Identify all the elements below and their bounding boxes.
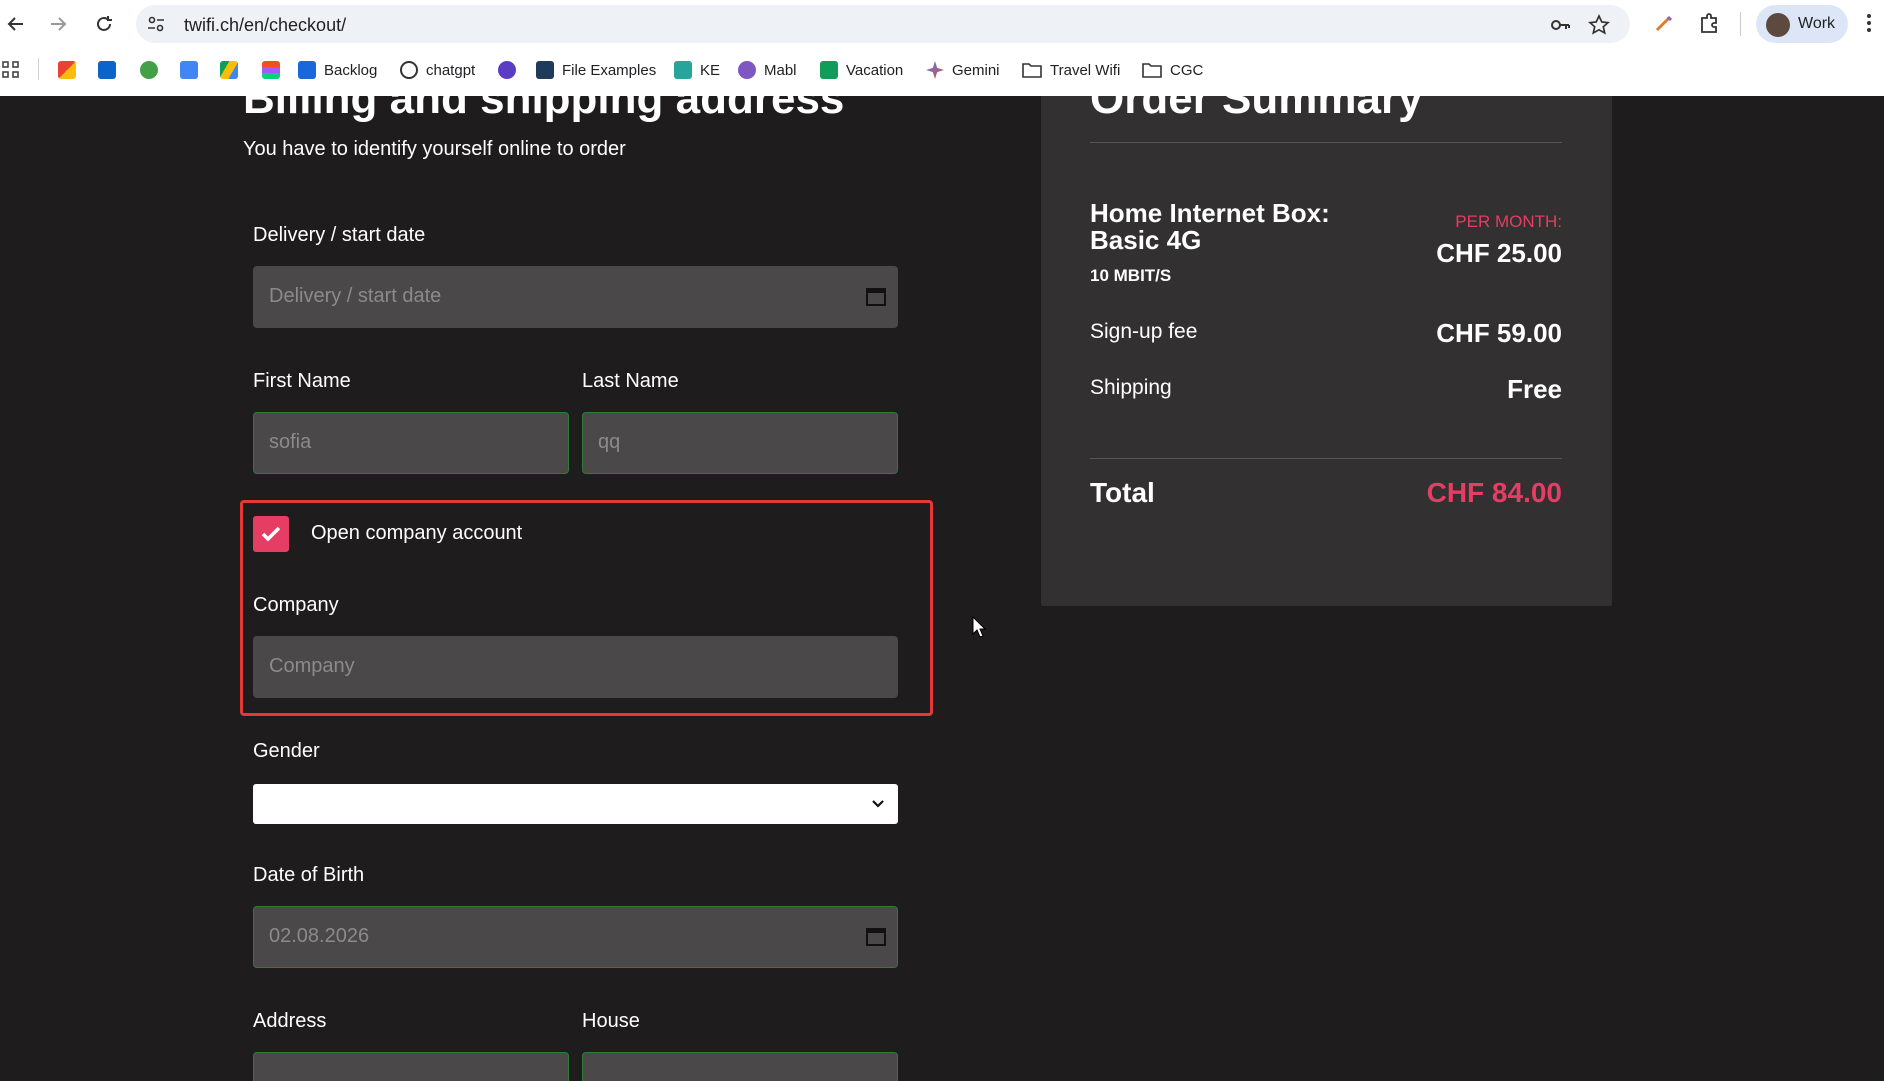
company-input[interactable]: Company — [253, 636, 898, 698]
checkmark-icon — [261, 526, 281, 542]
product-name: Home Internet Box: Basic 4G — [1090, 198, 1330, 255]
bookmark-planet[interactable] — [498, 58, 524, 82]
drive-icon — [220, 61, 238, 79]
folder-icon — [1142, 63, 1162, 78]
bookmark-clover[interactable] — [140, 58, 166, 82]
planet-icon — [498, 61, 516, 79]
bookmarks-bar: Backlog chatgpt File Examples KE Mabl Va… — [0, 54, 1884, 86]
last-name-value: qq — [598, 431, 621, 453]
extensions-puzzle-icon[interactable] — [1697, 12, 1721, 36]
calendar-icon[interactable] — [865, 285, 887, 307]
chevron-down-icon — [872, 800, 884, 808]
first-name-input[interactable]: sofia — [253, 412, 569, 474]
site-settings-icon[interactable] — [146, 14, 166, 34]
bookmark-cgc[interactable]: CGC — [1142, 58, 1203, 82]
total-price: CHF 84.00 — [1426, 477, 1562, 508]
first-name-value: sofia — [269, 431, 312, 453]
house-input[interactable] — [582, 1052, 898, 1081]
order-summary-title: Order Summary — [1090, 96, 1423, 123]
password-key-icon[interactable] — [1549, 14, 1571, 36]
bookmark-gemini[interactable]: Gemini — [926, 58, 1000, 82]
browser-chrome: twifi.ch/en/checkout/ Work Backlog chatg… — [0, 0, 1884, 96]
gender-label: Gender — [253, 740, 320, 762]
sheets-icon — [820, 61, 838, 79]
order-summary-panel: Order Summary Home Internet Box: Basic 4… — [1041, 96, 1612, 606]
bookmark-outlook[interactable] — [98, 58, 124, 82]
clover-icon — [140, 61, 158, 79]
gmail-icon — [58, 61, 76, 79]
page-title: Billing and shipping address — [243, 96, 845, 123]
browser-menu-icon[interactable] — [1866, 12, 1880, 36]
bookmark-backlog[interactable]: Backlog — [298, 58, 377, 82]
gender-select[interactable] — [253, 784, 898, 824]
avatar — [1766, 13, 1790, 37]
date-of-birth-value: 02.08.2026 — [269, 925, 370, 947]
bookmarks-divider — [38, 58, 39, 80]
address-label: Address — [253, 1010, 327, 1032]
bookmark-mabl[interactable]: Mabl — [738, 58, 797, 82]
monthly-price: CHF 25.00 — [1436, 238, 1562, 268]
folder-icon — [1022, 63, 1042, 78]
date-of-birth-label: Date of Birth — [253, 864, 365, 886]
bookmark-ke[interactable]: KE — [674, 58, 720, 82]
company-account-checkbox[interactable] — [253, 516, 289, 552]
toolbar-divider — [1740, 12, 1741, 36]
checkout-page: Billing and shipping address You have to… — [0, 96, 1884, 1081]
ke-icon — [674, 61, 692, 79]
browser-toolbar: twifi.ch/en/checkout/ Work — [0, 0, 1884, 48]
bookmark-vacation[interactable]: Vacation — [820, 58, 903, 82]
mabl-icon — [738, 61, 756, 79]
calendar-icon[interactable] — [865, 925, 887, 947]
summary-divider — [1090, 458, 1562, 459]
outlook-icon — [98, 61, 116, 79]
backlog-icon — [298, 61, 316, 79]
bookmark-star-icon[interactable] — [1587, 13, 1611, 36]
delivery-date-input[interactable]: Delivery / start date — [253, 266, 898, 328]
bookmark-figma[interactable] — [262, 58, 288, 82]
apps-grid-icon[interactable] — [2, 58, 20, 82]
url-text[interactable]: twifi.ch/en/checkout/ — [184, 15, 346, 36]
company-placeholder: Company — [269, 655, 355, 677]
shipping-price: Free — [1507, 374, 1562, 404]
figma-icon — [262, 61, 280, 79]
house-label: House — [582, 1010, 640, 1032]
company-label: Company — [253, 594, 339, 616]
address-input[interactable] — [253, 1052, 569, 1081]
bookmark-file-examples[interactable]: File Examples — [536, 58, 656, 82]
extension-pen-icon[interactable] — [1652, 12, 1676, 36]
delivery-date-label: Delivery / start date — [253, 224, 426, 246]
first-name-label: First Name — [253, 370, 351, 392]
company-account-label[interactable]: Open company account — [311, 522, 522, 545]
file-examples-icon — [536, 61, 554, 79]
signup-fee-label: Sign-up fee — [1090, 320, 1198, 343]
mouse-cursor-icon — [972, 616, 986, 638]
translate-icon — [180, 61, 198, 79]
signup-fee-price: CHF 59.00 — [1436, 318, 1562, 348]
forward-icon[interactable] — [42, 8, 74, 40]
delivery-date-placeholder: Delivery / start date — [269, 285, 442, 307]
shipping-label: Shipping — [1090, 376, 1172, 399]
bookmark-drive[interactable] — [220, 58, 246, 82]
bookmark-translate[interactable] — [180, 58, 206, 82]
bookmark-travel-wifi[interactable]: Travel Wifi — [1022, 58, 1120, 82]
date-of-birth-input[interactable]: 02.08.2026 — [253, 906, 898, 968]
last-name-input[interactable]: qq — [582, 412, 898, 474]
bookmark-gmail[interactable] — [58, 58, 84, 82]
chatgpt-icon — [400, 61, 418, 79]
back-icon[interactable] — [0, 8, 32, 40]
total-label: Total — [1090, 477, 1155, 508]
product-speed: 10 MBIT/S — [1090, 266, 1172, 285]
bookmark-chatgpt[interactable]: chatgpt — [400, 58, 475, 82]
gemini-icon — [926, 61, 944, 79]
page-subtitle: You have to identify yourself online to … — [243, 138, 626, 160]
profile-button[interactable]: Work — [1756, 5, 1848, 43]
last-name-label: Last Name — [582, 370, 679, 392]
per-month-label: PER MONTH: — [1455, 212, 1562, 231]
address-bar[interactable]: twifi.ch/en/checkout/ — [136, 5, 1630, 43]
reload-icon[interactable] — [88, 8, 120, 40]
profile-label: Work — [1798, 15, 1836, 32]
summary-divider — [1090, 142, 1562, 143]
